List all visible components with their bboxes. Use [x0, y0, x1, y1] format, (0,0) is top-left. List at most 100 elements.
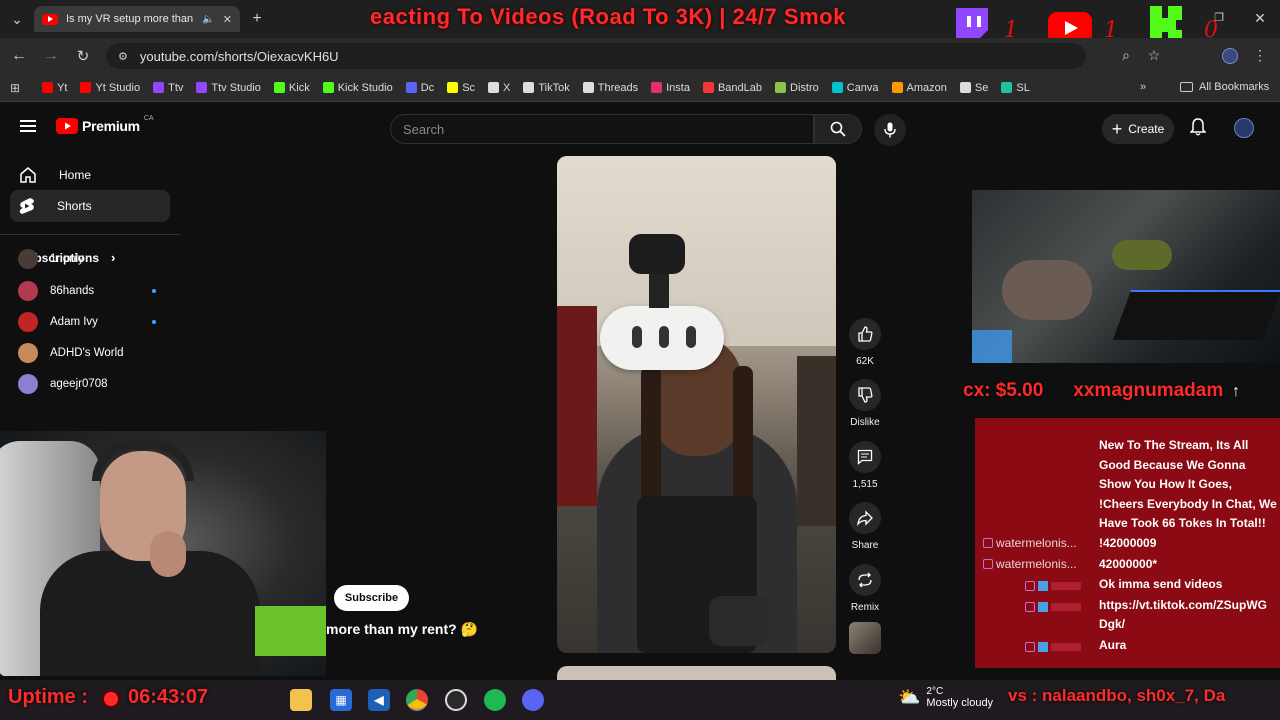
channel-name: 86hands: [50, 285, 95, 297]
bookmark-favicon-icon: [582, 82, 594, 93]
bookmark-kick-studio[interactable]: Kick Studio: [322, 82, 393, 94]
bookmark-star-icon[interactable]: ☆: [1146, 47, 1162, 63]
subscription-item[interactable]: ageejr0708: [18, 372, 168, 396]
microphone-icon: [884, 122, 896, 138]
bookmark-kick[interactable]: Kick: [273, 82, 310, 94]
profile-avatar[interactable]: [1222, 48, 1238, 64]
video-background-shelf: [797, 356, 836, 526]
chat-alert-text: New To The Stream, Its All Good Because …: [1099, 438, 1277, 530]
bookmark-x[interactable]: X: [488, 82, 510, 94]
menu-icon[interactable]: ⋮: [1253, 47, 1267, 63]
chat-username: watermelonis...: [983, 557, 1077, 571]
address-bar[interactable]: ⚙ youtube.com/shorts/OiexacvKH6U: [106, 43, 1086, 69]
reload-icon[interactable]: ↻: [74, 47, 92, 65]
share-label: Share: [851, 540, 879, 551]
bookmark-label: SL: [1016, 81, 1030, 94]
remix-button[interactable]: Remix: [849, 564, 881, 613]
store-icon[interactable]: ▦: [330, 689, 352, 711]
streamer-webcam-overlay: [0, 431, 326, 676]
sidebar-item-shorts[interactable]: Shorts: [10, 190, 170, 222]
webcam-hand: [1002, 260, 1092, 320]
discord-icon[interactable]: [522, 689, 544, 711]
subscription-item[interactable]: 1nonly: [18, 247, 168, 271]
back-icon[interactable]: ←: [10, 47, 28, 65]
chrome-icon[interactable]: [406, 689, 428, 711]
search-input[interactable]: Search: [390, 114, 814, 144]
chat-badges-icon: [1025, 600, 1081, 614]
short-video-player[interactable]: [557, 156, 836, 653]
bookmark-sc[interactable]: Sc: [447, 82, 475, 94]
bookmark-yt[interactable]: Yt: [42, 82, 67, 94]
bookmark-label: Threads: [597, 81, 639, 94]
new-tab-button[interactable]: +: [248, 10, 266, 28]
search-button[interactable]: [814, 114, 862, 144]
bookmark-amazon[interactable]: Amazon: [891, 82, 947, 94]
bookmark-dc[interactable]: Dc: [405, 82, 434, 94]
bookmark-ttv-studio[interactable]: Ttv Studio: [196, 82, 261, 94]
bookmark-favicon-icon: [523, 82, 535, 93]
channel-name: ageejr0708: [50, 378, 108, 390]
file-explorer-icon[interactable]: [290, 689, 312, 711]
tab-close-icon[interactable]: ✕: [223, 13, 232, 26]
channel-avatar: [18, 343, 38, 363]
channel-avatar: [18, 281, 38, 301]
spotify-icon[interactable]: [484, 689, 506, 711]
subscription-item[interactable]: Adam Ivy: [18, 310, 168, 334]
bookmark-threads[interactable]: Threads: [582, 81, 639, 94]
sidebar-item-home[interactable]: Home: [10, 159, 170, 191]
temperature: 2°C: [926, 686, 944, 697]
bookmark-sl[interactable]: SL: [1001, 81, 1030, 94]
share-button[interactable]: Share: [849, 502, 881, 551]
subscription-item[interactable]: ADHD's World: [18, 341, 168, 365]
bookmark-favicon-icon: [488, 82, 500, 93]
window-close-icon[interactable]: ✕: [1252, 10, 1268, 26]
notifications-bell-icon[interactable]: [1189, 118, 1207, 141]
desk-webcam-overlay: [972, 190, 1280, 363]
voice-search-button[interactable]: [874, 114, 906, 146]
bookmark-favicon-icon: [891, 82, 903, 93]
bookmark-distro[interactable]: Distro: [775, 82, 819, 94]
folder-icon: [1180, 82, 1193, 92]
bookmark-favicon-icon: [775, 82, 787, 93]
site-info-icon[interactable]: ⚙: [118, 50, 128, 63]
hamburger-menu-icon[interactable]: [20, 120, 36, 132]
window-restore-icon[interactable]: ❐: [1212, 10, 1226, 24]
vr-strap: [649, 274, 669, 308]
tab-list-button[interactable]: ⌄: [8, 10, 26, 28]
subscription-item[interactable]: 86hands: [18, 279, 168, 303]
all-bookmarks-folder[interactable]: All Bookmarks: [1180, 81, 1269, 93]
more-bookmarks-icon[interactable]: »: [1140, 81, 1146, 93]
bookmark-se[interactable]: Se: [959, 81, 989, 94]
apps-grid-icon[interactable]: ⊞: [10, 81, 20, 95]
next-short-preview[interactable]: [557, 666, 836, 680]
bookmark-ttv[interactable]: Ttv: [153, 82, 183, 94]
webcam-hand: [150, 531, 186, 577]
remix-icon: [858, 572, 872, 588]
weather-widget[interactable]: ⛅ 2°C Mostly cloudy: [898, 686, 993, 709]
bookmark-tiktok[interactable]: TikTok: [523, 82, 570, 94]
create-button[interactable]: + Create: [1102, 114, 1174, 144]
subscribe-button[interactable]: Subscribe: [334, 585, 409, 611]
youtube-premium-logo[interactable]: Premium CA: [56, 115, 154, 134]
sound-thumbnail[interactable]: [849, 622, 881, 654]
forward-icon[interactable]: →: [42, 47, 60, 65]
editor-icon[interactable]: ◀: [368, 689, 390, 711]
comments-button[interactable]: 1,515: [849, 441, 881, 490]
zoom-icon[interactable]: ⌕: [1118, 47, 1134, 63]
sidebar: Home Shorts Subscriptions › 1nonly 86hand…: [0, 154, 180, 430]
bookmark-bandlab[interactable]: BandLab: [702, 82, 762, 94]
obs-icon[interactable]: [445, 689, 467, 711]
bookmark-label: Se: [974, 81, 989, 94]
webcam-person-torso: [40, 551, 260, 676]
browser-tab-bar: ⌄ Is my VR setup more than m 🔈 ✕ + eacti…: [0, 0, 1280, 46]
scroll-to-top-icon[interactable]: ↑: [1232, 383, 1240, 401]
bookmark-yt-studio[interactable]: Yt Studio: [80, 82, 140, 94]
like-button[interactable]: 62K: [849, 318, 881, 367]
account-avatar[interactable]: [1234, 118, 1254, 138]
dislike-button[interactable]: Dislike: [849, 379, 881, 428]
browser-tab[interactable]: Is my VR setup more than m 🔈 ✕: [34, 6, 240, 32]
new-content-dot: [152, 289, 156, 293]
bookmark-canva[interactable]: Canva: [831, 82, 879, 94]
bookmark-insta[interactable]: Insta: [651, 82, 690, 94]
chat-badges-icon: [1025, 640, 1081, 654]
